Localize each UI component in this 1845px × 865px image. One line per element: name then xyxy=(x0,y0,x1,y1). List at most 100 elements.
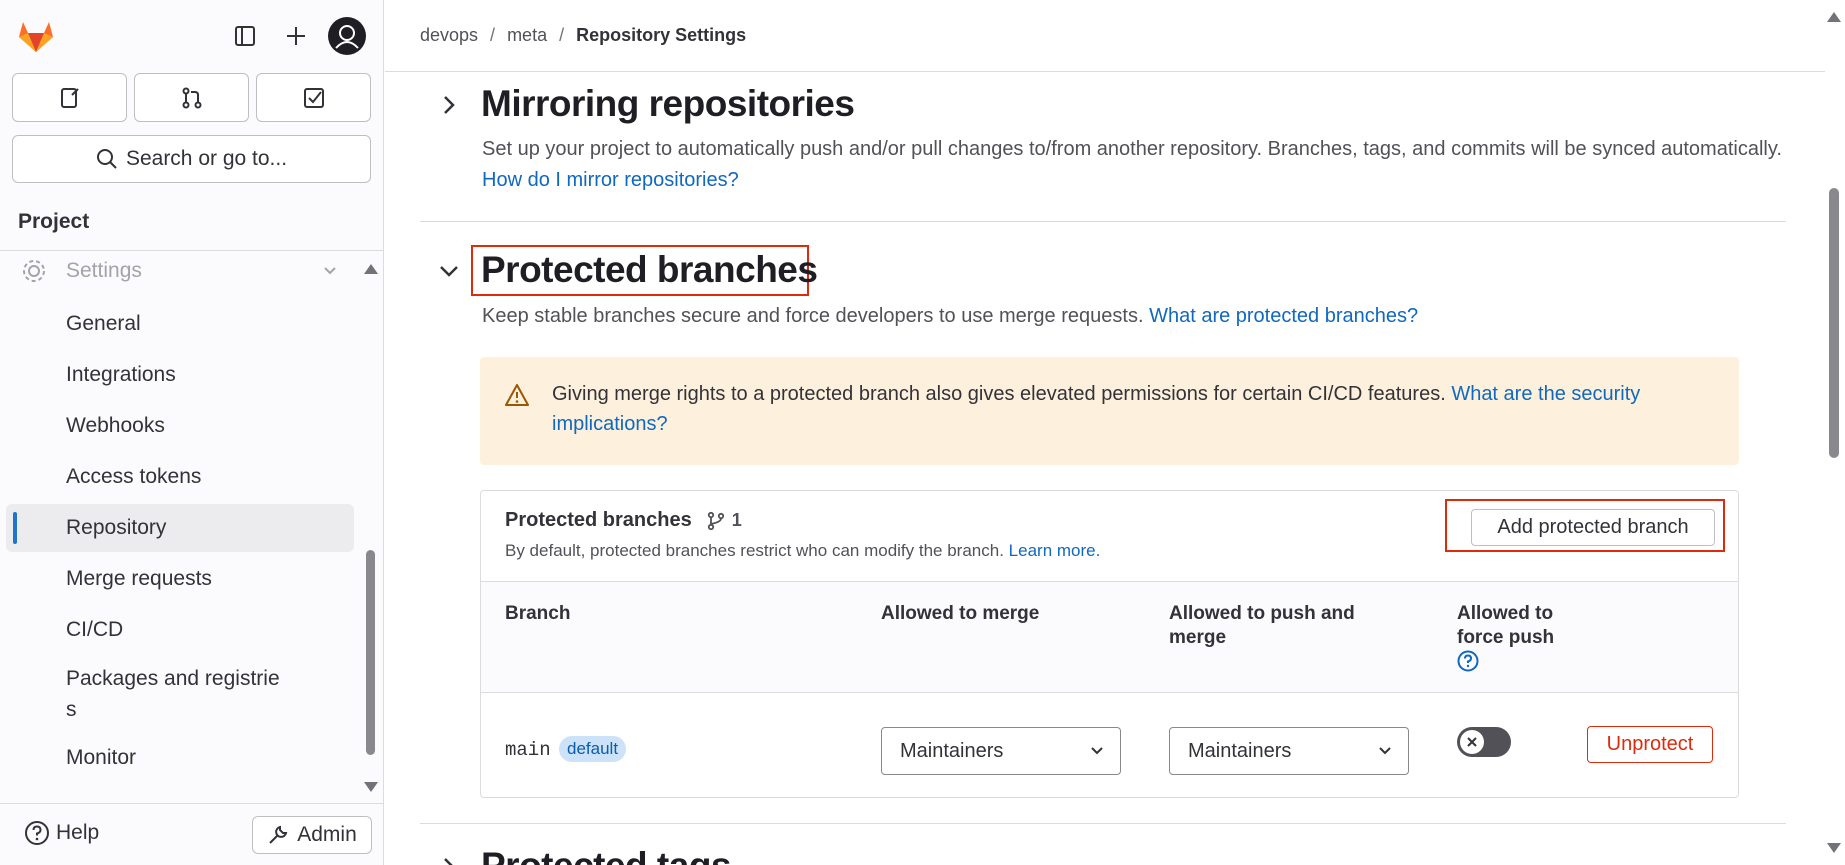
help-label: Help xyxy=(56,821,100,844)
sidebar-item-access-tokens[interactable]: Access tokens xyxy=(6,453,354,501)
sidebar-section-title: Project xyxy=(18,210,90,233)
protected-branches-title[interactable]: Protected branches xyxy=(481,249,818,291)
gitlab-logo-icon[interactable] xyxy=(16,16,56,56)
sidebar-item-label: CI/CD xyxy=(66,618,124,641)
breadcrumb: devops / meta / Repository Settings xyxy=(420,25,746,46)
force-push-toggle[interactable] xyxy=(1457,727,1511,757)
page-scroll-down[interactable] xyxy=(1827,843,1841,853)
main-content: devops / meta / Repository Settings Mirr… xyxy=(385,0,1825,865)
help-icon xyxy=(25,821,49,845)
count-value: 1 xyxy=(731,510,742,530)
sidebar: Search or go to... Project Settings Gene… xyxy=(0,0,384,865)
sidebar-item-webhooks[interactable]: Webhooks xyxy=(6,402,354,450)
page-scrollbar-thumb[interactable] xyxy=(1829,188,1839,458)
toggle-knob xyxy=(1460,730,1484,754)
breadcrumb-separator: / xyxy=(490,25,496,45)
search-label: Search or go to... xyxy=(125,147,288,170)
protected-branches-description: Keep stable branches secure and force de… xyxy=(482,301,1822,332)
admin-button[interactable]: Admin xyxy=(252,816,372,854)
issues-icon xyxy=(60,87,79,108)
help-button[interactable]: Help xyxy=(24,820,99,846)
sidebar-item-label: Integrations xyxy=(66,363,176,386)
warning-alert: Giving merge rights to a protected branc… xyxy=(480,357,1739,465)
sidebar-item-label: Monitor xyxy=(66,746,137,769)
allowed-to-merge-select[interactable]: Maintainers xyxy=(881,727,1121,775)
sidebar-item-label: Packages and registrie xyxy=(66,667,280,690)
question-icon[interactable] xyxy=(1457,650,1479,672)
sidebar-toggle-icon[interactable] xyxy=(227,18,263,54)
column-header-branch: Branch xyxy=(505,603,571,624)
sidebar-item-settings[interactable]: Settings xyxy=(20,256,340,286)
sidebar-header xyxy=(0,0,384,72)
branch-name[interactable]: main xyxy=(505,739,551,761)
sidebar-item-label: Merge requests xyxy=(66,567,212,590)
plus-icon[interactable] xyxy=(278,18,314,54)
sidebar-item-label: Settings xyxy=(66,259,142,282)
default-badge: default xyxy=(559,736,627,762)
search-button[interactable]: Search or go to... xyxy=(12,135,371,183)
protected-tags-title[interactable]: Protected tags xyxy=(481,845,732,865)
wrench-icon xyxy=(269,825,288,844)
table-header: Branch Allowed to merge Allowed to push … xyxy=(481,581,1738,693)
sidebar-item-label: General xyxy=(66,312,141,335)
sidebar-item-label-cont: s xyxy=(66,698,77,721)
force-push-label: Allowed to force push xyxy=(1457,603,1555,648)
sidebar-item-merge-requests[interactable]: Merge requests xyxy=(6,555,354,603)
sidebar-item-repository[interactable]: Repository xyxy=(6,504,354,552)
sidebar-item-monitor[interactable]: Monitor xyxy=(6,734,354,782)
warning-icon xyxy=(505,384,529,406)
merge-requests-button[interactable] xyxy=(134,73,249,122)
column-header-allowed-to-merge: Allowed to merge xyxy=(881,603,1040,624)
avatar[interactable] xyxy=(328,17,366,55)
allowed-to-push-select[interactable]: Maintainers xyxy=(1169,727,1409,775)
column-header-force-push: Allowed to force push xyxy=(1457,602,1557,675)
add-protected-branch-button[interactable]: Add protected branch xyxy=(1471,509,1715,546)
breadcrumb-separator: / xyxy=(559,25,565,45)
top-bar: devops / meta / Repository Settings xyxy=(385,0,1825,72)
breadcrumb-current[interactable]: Repository Settings xyxy=(576,25,746,46)
chevron-right-icon[interactable] xyxy=(437,93,461,117)
sidebar-scroll-down[interactable] xyxy=(364,782,378,792)
column-header-allowed-to-push: Allowed to push and merge xyxy=(1169,603,1355,648)
todo-checkbox-icon xyxy=(303,87,324,108)
chevron-down-icon xyxy=(324,267,336,275)
sidebar-item-cicd[interactable]: CI/CD xyxy=(6,606,354,654)
sidebar-item-integrations[interactable]: Integrations xyxy=(6,351,354,399)
sidebar-item-packages-registries[interactable]: Packages and registrie s xyxy=(6,662,354,726)
chevron-down-icon[interactable] xyxy=(437,259,461,283)
sidebar-item-general[interactable]: General xyxy=(6,300,354,348)
warning-text: Giving merge rights to a protected branc… xyxy=(552,379,1722,439)
mirroring-title[interactable]: Mirroring repositories xyxy=(481,83,855,125)
chevron-down-icon xyxy=(1379,747,1391,755)
todo-button[interactable] xyxy=(256,73,371,122)
card-subtitle: By default, protected branches restrict … xyxy=(505,541,1100,561)
sidebar-scrollbar-thumb[interactable] xyxy=(366,550,375,755)
breadcrumb-item-meta[interactable]: meta xyxy=(507,25,547,46)
protected-branches-help-link[interactable]: What are protected branches? xyxy=(1149,305,1418,327)
merge-request-icon xyxy=(182,87,201,108)
branch-count: 1 xyxy=(706,510,742,531)
learn-more-link[interactable]: Learn more. xyxy=(1009,541,1101,560)
admin-label: Admin xyxy=(297,823,357,846)
warning-message: Giving merge rights to a protected branc… xyxy=(552,383,1446,405)
card-header: Protected branches 1 xyxy=(505,509,742,532)
divider xyxy=(0,803,383,804)
issues-button[interactable] xyxy=(12,73,127,122)
divider xyxy=(420,221,1786,222)
close-icon xyxy=(1467,737,1477,747)
protected-branches-card: Protected branches 1 By default, protect… xyxy=(480,490,1739,798)
unprotect-button[interactable]: Unprotect xyxy=(1587,726,1713,763)
sidebar-item-label: Repository xyxy=(66,516,167,539)
sidebar-item-label: Webhooks xyxy=(66,414,165,437)
chevron-right-icon[interactable] xyxy=(437,855,461,865)
chevron-down-icon xyxy=(1091,747,1103,755)
divider xyxy=(420,823,1786,824)
card-subtitle-text: By default, protected branches restrict … xyxy=(505,541,1004,560)
sidebar-scroll-up[interactable] xyxy=(364,264,378,274)
mirroring-help-link[interactable]: How do I mirror repositories? xyxy=(482,169,739,191)
select-value: Maintainers xyxy=(1188,739,1292,762)
divider xyxy=(0,250,383,251)
mirroring-description-text: Set up your project to automatically pus… xyxy=(482,138,1782,160)
page-scroll-up[interactable] xyxy=(1827,12,1841,22)
breadcrumb-item-devops[interactable]: devops xyxy=(420,25,478,46)
